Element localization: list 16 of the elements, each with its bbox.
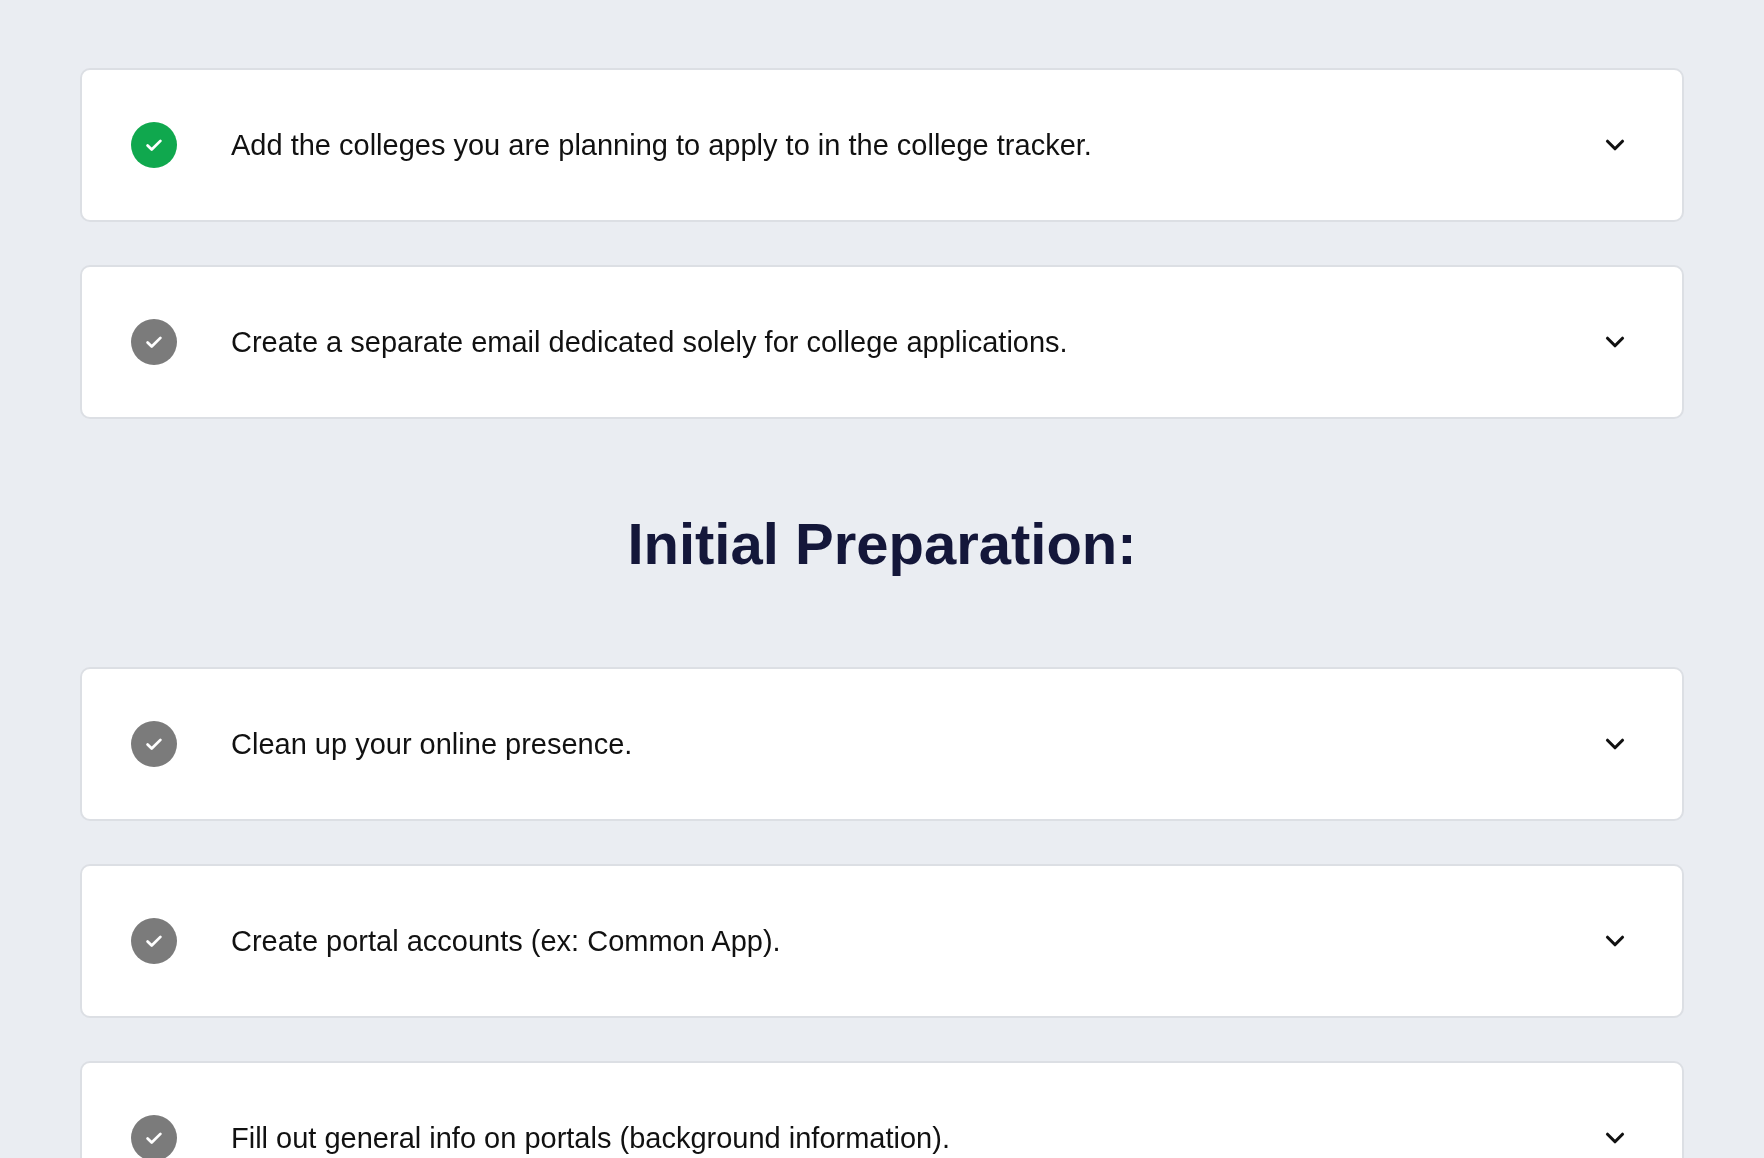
task-card[interactable]: Fill out general info on portals (background information). <box>80 1061 1684 1158</box>
section-heading: Initial Preparation: <box>627 509 1137 578</box>
check-icon[interactable] <box>131 319 177 365</box>
check-icon[interactable] <box>131 721 177 767</box>
task-card[interactable]: Create portal accounts (ex: Common App). <box>80 864 1684 1018</box>
check-icon[interactable] <box>131 122 177 168</box>
task-card[interactable]: Create a separate email dedicated solely for college applications. <box>80 265 1684 419</box>
task-card[interactable]: Clean up your online presence. <box>80 667 1684 821</box>
task-text: Create portal accounts (ex: Common App). <box>231 925 782 957</box>
check-icon[interactable] <box>131 1115 177 1158</box>
task-text: Add the colleges you are planning to apply to in the college tracker. <box>231 129 1093 161</box>
task-text: Fill out general info on portals (background information). <box>231 1122 951 1154</box>
check-icon[interactable] <box>131 918 177 964</box>
task-text: Create a separate email dedicated solely for college applications. <box>231 326 1069 358</box>
task-card[interactable]: Add the colleges you are planning to apply to in the college tracker. <box>80 68 1684 222</box>
task-text: Clean up your online presence. <box>231 728 634 760</box>
